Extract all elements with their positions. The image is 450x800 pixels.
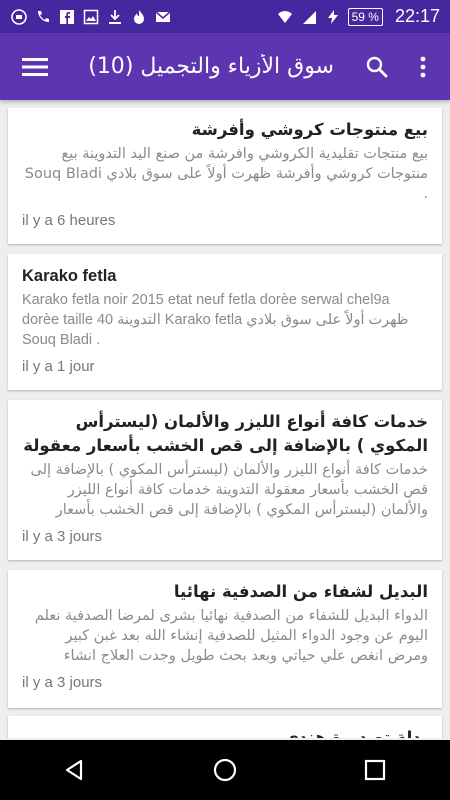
listing-card[interactable]: البديل لشفاء من الصدفية نهائيا الدواء ال… [8, 570, 442, 708]
message-icon [10, 8, 28, 26]
listing-title: البديل لشفاء من الصدفية نهائيا [173, 582, 428, 601]
search-icon [366, 56, 388, 77]
app-bar: سوق الأزياء والتجميل (10) [0, 33, 450, 100]
listing-snippet: الدواء البديل للشفاء من الصدفية نهائيا ب… [34, 608, 428, 664]
listing-title: بدلة تصديرة هندي [283, 728, 428, 738]
charging-icon [324, 8, 342, 26]
page-title: سوق الأزياء والتجميل (10) [88, 54, 334, 79]
search-button[interactable] [354, 39, 400, 95]
listing-time: il y a 3 jours [22, 674, 103, 691]
status-bar: 59 % 22:17 [0, 0, 450, 33]
recents-square-icon [364, 759, 386, 781]
mail-icon [154, 8, 172, 26]
wifi-icon [276, 8, 294, 26]
download-icon [106, 8, 124, 26]
system-nav-bar [0, 740, 450, 800]
facebook-icon [58, 8, 76, 26]
listing-snippet: Karako fetla noir 2015 etat neuf fetla d… [22, 292, 409, 348]
listing-title: Karako fetla [22, 267, 117, 285]
listing-card[interactable]: Karako fetla Karako fetla noir 2015 etat… [8, 254, 442, 390]
menu-button[interactable] [10, 39, 60, 95]
listing-time: il y a 6 heures [22, 212, 116, 229]
more-vert-icon [420, 56, 426, 77]
listing-card[interactable]: بدلة تصديرة هندي [8, 716, 442, 738]
signal-icon [300, 8, 318, 26]
home-circle-icon [213, 758, 237, 782]
home-button[interactable] [195, 740, 255, 800]
listing-title: بيع منتوجات كروشي وأفرشة [191, 120, 428, 139]
back-button[interactable] [45, 740, 105, 800]
phone-icon [34, 8, 52, 26]
back-triangle-icon [65, 759, 83, 781]
listing-title: خدمات كافة أنواع الليزر والألمان (ليسترأ… [23, 412, 428, 455]
listing-time: il y a 3 jours [22, 528, 103, 545]
listing-list[interactable]: بيع منتوجات كروشي وأفرشة بيع منتجات تقلي… [0, 108, 450, 738]
listing-time: il y a 1 jour [22, 358, 95, 375]
recents-button[interactable] [345, 740, 405, 800]
listing-card[interactable]: بيع منتوجات كروشي وأفرشة بيع منتجات تقلي… [8, 108, 442, 244]
hamburger-menu-icon [22, 57, 48, 76]
overflow-menu-button[interactable] [400, 39, 446, 95]
listing-snippet: بيع منتجات تقليدية الكروشي وافرشة من صنع… [24, 146, 428, 202]
flame-icon [130, 8, 148, 26]
listing-snippet: خدمات كافة أنواع الليزر والألمان (ليسترأ… [30, 462, 428, 518]
listing-card[interactable]: خدمات كافة أنواع الليزر والألمان (ليسترأ… [8, 400, 442, 560]
battery-indicator: 59 % [347, 7, 383, 26]
clock: 22:17 [394, 6, 440, 26]
image-icon [82, 8, 100, 26]
